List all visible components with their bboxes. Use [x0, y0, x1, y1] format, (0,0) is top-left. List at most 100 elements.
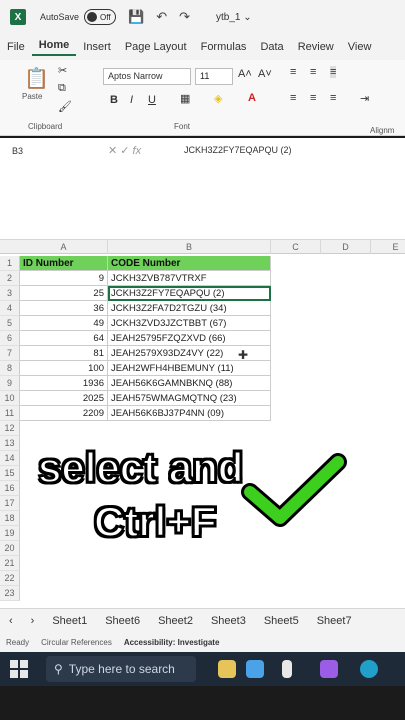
- row-number[interactable]: 8: [0, 361, 20, 376]
- id-cell[interactable]: 36: [20, 301, 108, 316]
- app-icon[interactable]: [246, 660, 264, 678]
- align-right-icon[interactable]: ≡: [330, 92, 336, 104]
- id-cell[interactable]: 2025: [20, 391, 108, 406]
- spreadsheet-grid[interactable]: A B C D E 1 ID Number CODE Number 2 9 JC…: [0, 240, 405, 608]
- task-view-icon[interactable]: [282, 660, 292, 678]
- row-number[interactable]: 2: [0, 271, 20, 286]
- code-cell[interactable]: JEAH25795FZQZXVD (66): [108, 331, 271, 346]
- row-number[interactable]: 21: [0, 556, 20, 571]
- row-number[interactable]: 3: [0, 286, 20, 301]
- tab-home[interactable]: Home: [31, 39, 77, 56]
- fill-color-icon[interactable]: ◈: [214, 92, 222, 105]
- bold-icon[interactable]: B: [110, 94, 118, 106]
- row-number[interactable]: 15: [0, 466, 20, 481]
- sheet-tab[interactable]: Sheet1: [43, 615, 96, 627]
- edge-browser-icon[interactable]: [360, 660, 378, 678]
- row-number[interactable]: 18: [0, 511, 20, 526]
- tab-insert[interactable]: Insert: [76, 41, 118, 53]
- sheet-scroll-right-icon[interactable]: ›: [22, 615, 44, 627]
- windows-start-icon[interactable]: [10, 660, 28, 678]
- row-number[interactable]: 11: [0, 406, 20, 421]
- sheet-scroll-left-icon[interactable]: ‹: [0, 615, 22, 627]
- align-bottom-icon[interactable]: ≡: [330, 66, 337, 78]
- row-number[interactable]: 20: [0, 541, 20, 556]
- decrease-font-icon[interactable]: A˅: [258, 68, 272, 80]
- column-header-a[interactable]: A: [20, 240, 108, 254]
- font-name-box[interactable]: Aptos Narrow: [103, 68, 191, 85]
- function-icon[interactable]: ✕ ✓ fx: [108, 144, 141, 157]
- align-middle-icon[interactable]: ≡: [310, 66, 316, 78]
- sheet-tab[interactable]: Sheet2: [149, 615, 202, 627]
- id-cell[interactable]: 81: [20, 346, 108, 361]
- row-number[interactable]: 10: [0, 391, 20, 406]
- font-size-box[interactable]: 11: [195, 68, 233, 85]
- borders-icon[interactable]: ▦: [180, 92, 190, 105]
- column-header-d[interactable]: D: [321, 240, 371, 254]
- header-id-number[interactable]: ID Number: [20, 256, 108, 271]
- paste-icon[interactable]: 📋: [24, 66, 49, 91]
- tab-file[interactable]: File: [0, 41, 32, 53]
- header-code-number[interactable]: CODE Number: [108, 256, 271, 271]
- code-cell[interactable]: JCKH3Z2FA7D2TGZU (34): [108, 301, 271, 316]
- code-cell[interactable]: JCKH3ZVB787VTRXF: [108, 271, 271, 286]
- row-number[interactable]: 23: [0, 586, 20, 601]
- sheet-tab[interactable]: Sheet7: [308, 615, 361, 627]
- italic-icon[interactable]: I: [130, 94, 133, 106]
- align-center-icon[interactable]: ≡: [310, 92, 316, 104]
- code-cell[interactable]: JEAH56K6GAMNBKNQ (88): [108, 376, 271, 391]
- autosave-toggle[interactable]: Off: [84, 9, 117, 25]
- row-number[interactable]: 9: [0, 376, 20, 391]
- align-top-icon[interactable]: ≡: [290, 66, 296, 78]
- sheet-tab[interactable]: Sheet3: [202, 615, 255, 627]
- id-cell[interactable]: 1936: [20, 376, 108, 391]
- format-painter-icon[interactable]: 🖌: [58, 100, 72, 113]
- status-accessibility[interactable]: Accessibility: Investigate: [118, 638, 226, 647]
- column-header-b[interactable]: B: [108, 240, 271, 254]
- taskbar-search[interactable]: ⚲ Type here to search: [46, 656, 196, 682]
- code-cell[interactable]: JEAH575WMAGMQTNQ (23): [108, 391, 271, 406]
- column-header-c[interactable]: C: [271, 240, 321, 254]
- tab-formulas[interactable]: Formulas: [194, 41, 254, 53]
- row-number[interactable]: 12: [0, 421, 20, 436]
- undo-icon[interactable]: ↶: [156, 9, 167, 25]
- row-number[interactable]: 22: [0, 571, 20, 586]
- row-number[interactable]: 14: [0, 451, 20, 466]
- file-explorer-icon[interactable]: [218, 660, 236, 678]
- sheet-tab[interactable]: Sheet6: [96, 615, 149, 627]
- redo-icon[interactable]: ↷: [179, 9, 190, 25]
- tab-review[interactable]: Review: [291, 41, 341, 53]
- underline-icon[interactable]: U: [148, 94, 156, 106]
- tab-page-layout[interactable]: Page Layout: [118, 41, 194, 53]
- save-icon[interactable]: 💾: [128, 9, 144, 25]
- code-cell[interactable]: JEAH56K6BJ37P4NN (09): [108, 406, 271, 421]
- row-number[interactable]: 1: [0, 256, 20, 271]
- align-left-icon[interactable]: ≡: [290, 92, 296, 104]
- font-color-icon[interactable]: A: [248, 92, 256, 104]
- id-cell[interactable]: 2209: [20, 406, 108, 421]
- indent-icon[interactable]: ⇥: [360, 92, 369, 105]
- row-number[interactable]: 19: [0, 526, 20, 541]
- id-cell[interactable]: 64: [20, 331, 108, 346]
- tab-data[interactable]: Data: [253, 41, 290, 53]
- row-number[interactable]: 7: [0, 346, 20, 361]
- row-number[interactable]: 4: [0, 301, 20, 316]
- row-number[interactable]: 5: [0, 316, 20, 331]
- increase-font-icon[interactable]: A˄: [238, 68, 252, 80]
- id-cell[interactable]: 25: [20, 286, 108, 301]
- sheet-tab[interactable]: Sheet5: [255, 615, 308, 627]
- name-box[interactable]: B3: [8, 144, 86, 160]
- copy-icon[interactable]: ⧉: [58, 82, 66, 95]
- code-cell[interactable]: JEAH2WFH4HBEMUNY (11): [108, 361, 271, 376]
- row-number[interactable]: 16: [0, 481, 20, 496]
- id-cell[interactable]: 100: [20, 361, 108, 376]
- code-cell[interactable]: JCKH3ZVD3JZCTBBT (67): [108, 316, 271, 331]
- code-cell-selected[interactable]: JCKH3Z2FY7EQAPQU (2): [108, 286, 271, 301]
- row-number[interactable]: 6: [0, 331, 20, 346]
- column-header-e[interactable]: E: [371, 240, 405, 254]
- status-circular-references[interactable]: Circular References: [35, 638, 118, 647]
- cut-icon[interactable]: ✂: [58, 64, 67, 77]
- id-cell[interactable]: 49: [20, 316, 108, 331]
- file-name[interactable]: ytb_1 ⌄: [216, 12, 252, 23]
- row-number[interactable]: 13: [0, 436, 20, 451]
- copilot-icon[interactable]: [320, 660, 338, 678]
